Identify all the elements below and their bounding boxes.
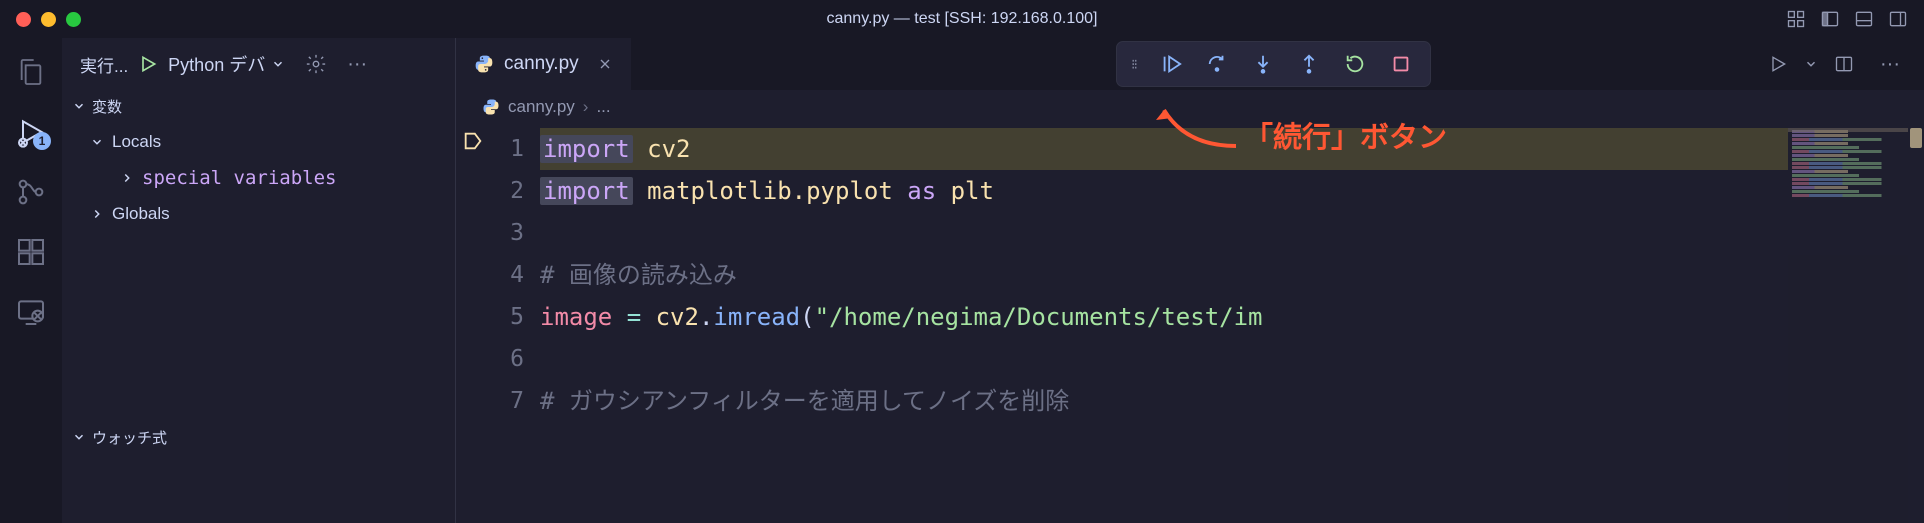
breadcrumb[interactable]: canny.py › ... (456, 90, 1924, 124)
restart-button[interactable] (1344, 53, 1366, 75)
chevron-down-icon (72, 99, 86, 113)
special-variables[interactable]: special variables (62, 160, 455, 196)
tab-canny-py[interactable]: canny.py (456, 38, 631, 90)
toggle-panel-icon[interactable] (1854, 9, 1874, 29)
overview-ruler[interactable] (1908, 124, 1924, 523)
code-content[interactable]: import cv2import matplotlib.pyplot as pl… (540, 124, 1788, 523)
window-title: canny.py — test [SSH: 192.168.0.100] (827, 10, 1098, 28)
window-close[interactable] (16, 12, 31, 27)
run-debug-icon[interactable]: 1 (15, 116, 47, 148)
drag-handle[interactable]: ⁝⁝ (1131, 56, 1136, 73)
line-numbers: 1234567 (492, 124, 540, 523)
chevron-down-icon (90, 135, 104, 149)
chevron-right-icon (90, 207, 104, 221)
gear-icon[interactable] (305, 53, 327, 75)
chevron-down-icon[interactable] (1804, 54, 1818, 74)
current-line-marker (462, 130, 484, 152)
python-file-icon (482, 98, 500, 116)
locals-scope[interactable]: Locals (62, 124, 455, 160)
editor-more-icon[interactable]: ··· (1880, 53, 1900, 76)
start-debug-icon[interactable] (138, 54, 158, 74)
toggle-secondary-sidebar-icon[interactable] (1888, 9, 1908, 29)
toggle-primary-sidebar-icon[interactable] (1820, 9, 1840, 29)
stop-button[interactable] (1390, 53, 1412, 75)
step-over-button[interactable] (1206, 53, 1228, 75)
close-icon[interactable] (597, 56, 613, 72)
watch-section[interactable]: ウォッチ式 (62, 421, 455, 453)
window-zoom[interactable] (66, 12, 81, 27)
layout-customize-icon[interactable] (1786, 9, 1806, 29)
step-out-button[interactable] (1298, 53, 1320, 75)
annotation-label: 「続行」ボタン (1244, 114, 1447, 156)
globals-scope[interactable]: Globals (62, 196, 455, 232)
source-control-icon[interactable] (15, 176, 47, 208)
minimap[interactable] (1788, 124, 1908, 523)
explorer-icon[interactable] (15, 56, 47, 88)
step-into-button[interactable] (1252, 53, 1274, 75)
more-actions[interactable]: ··· (347, 53, 367, 76)
debug-config-header: 実行... Python デバ ··· (62, 38, 455, 90)
window-minimize[interactable] (41, 12, 56, 27)
activity-bar: 1 (0, 38, 62, 523)
debug-badge: 1 (33, 132, 51, 150)
chevron-right-icon (120, 171, 134, 185)
remote-explorer-icon[interactable] (15, 296, 47, 328)
run-icon[interactable] (1768, 54, 1788, 74)
tab-filename: canny.py (504, 53, 579, 75)
chevron-down-icon (271, 57, 285, 71)
debug-toolbar: ⁝⁝ (1116, 41, 1431, 87)
split-editor-icon[interactable] (1834, 54, 1854, 74)
debug-config-select[interactable]: Python デバ (168, 51, 285, 77)
continue-button[interactable] (1160, 53, 1182, 75)
run-label: 実行... (80, 52, 128, 77)
extensions-icon[interactable] (15, 236, 47, 268)
python-file-icon (474, 54, 494, 74)
variables-section[interactable]: 変数 (62, 90, 455, 122)
chevron-down-icon (72, 430, 86, 444)
